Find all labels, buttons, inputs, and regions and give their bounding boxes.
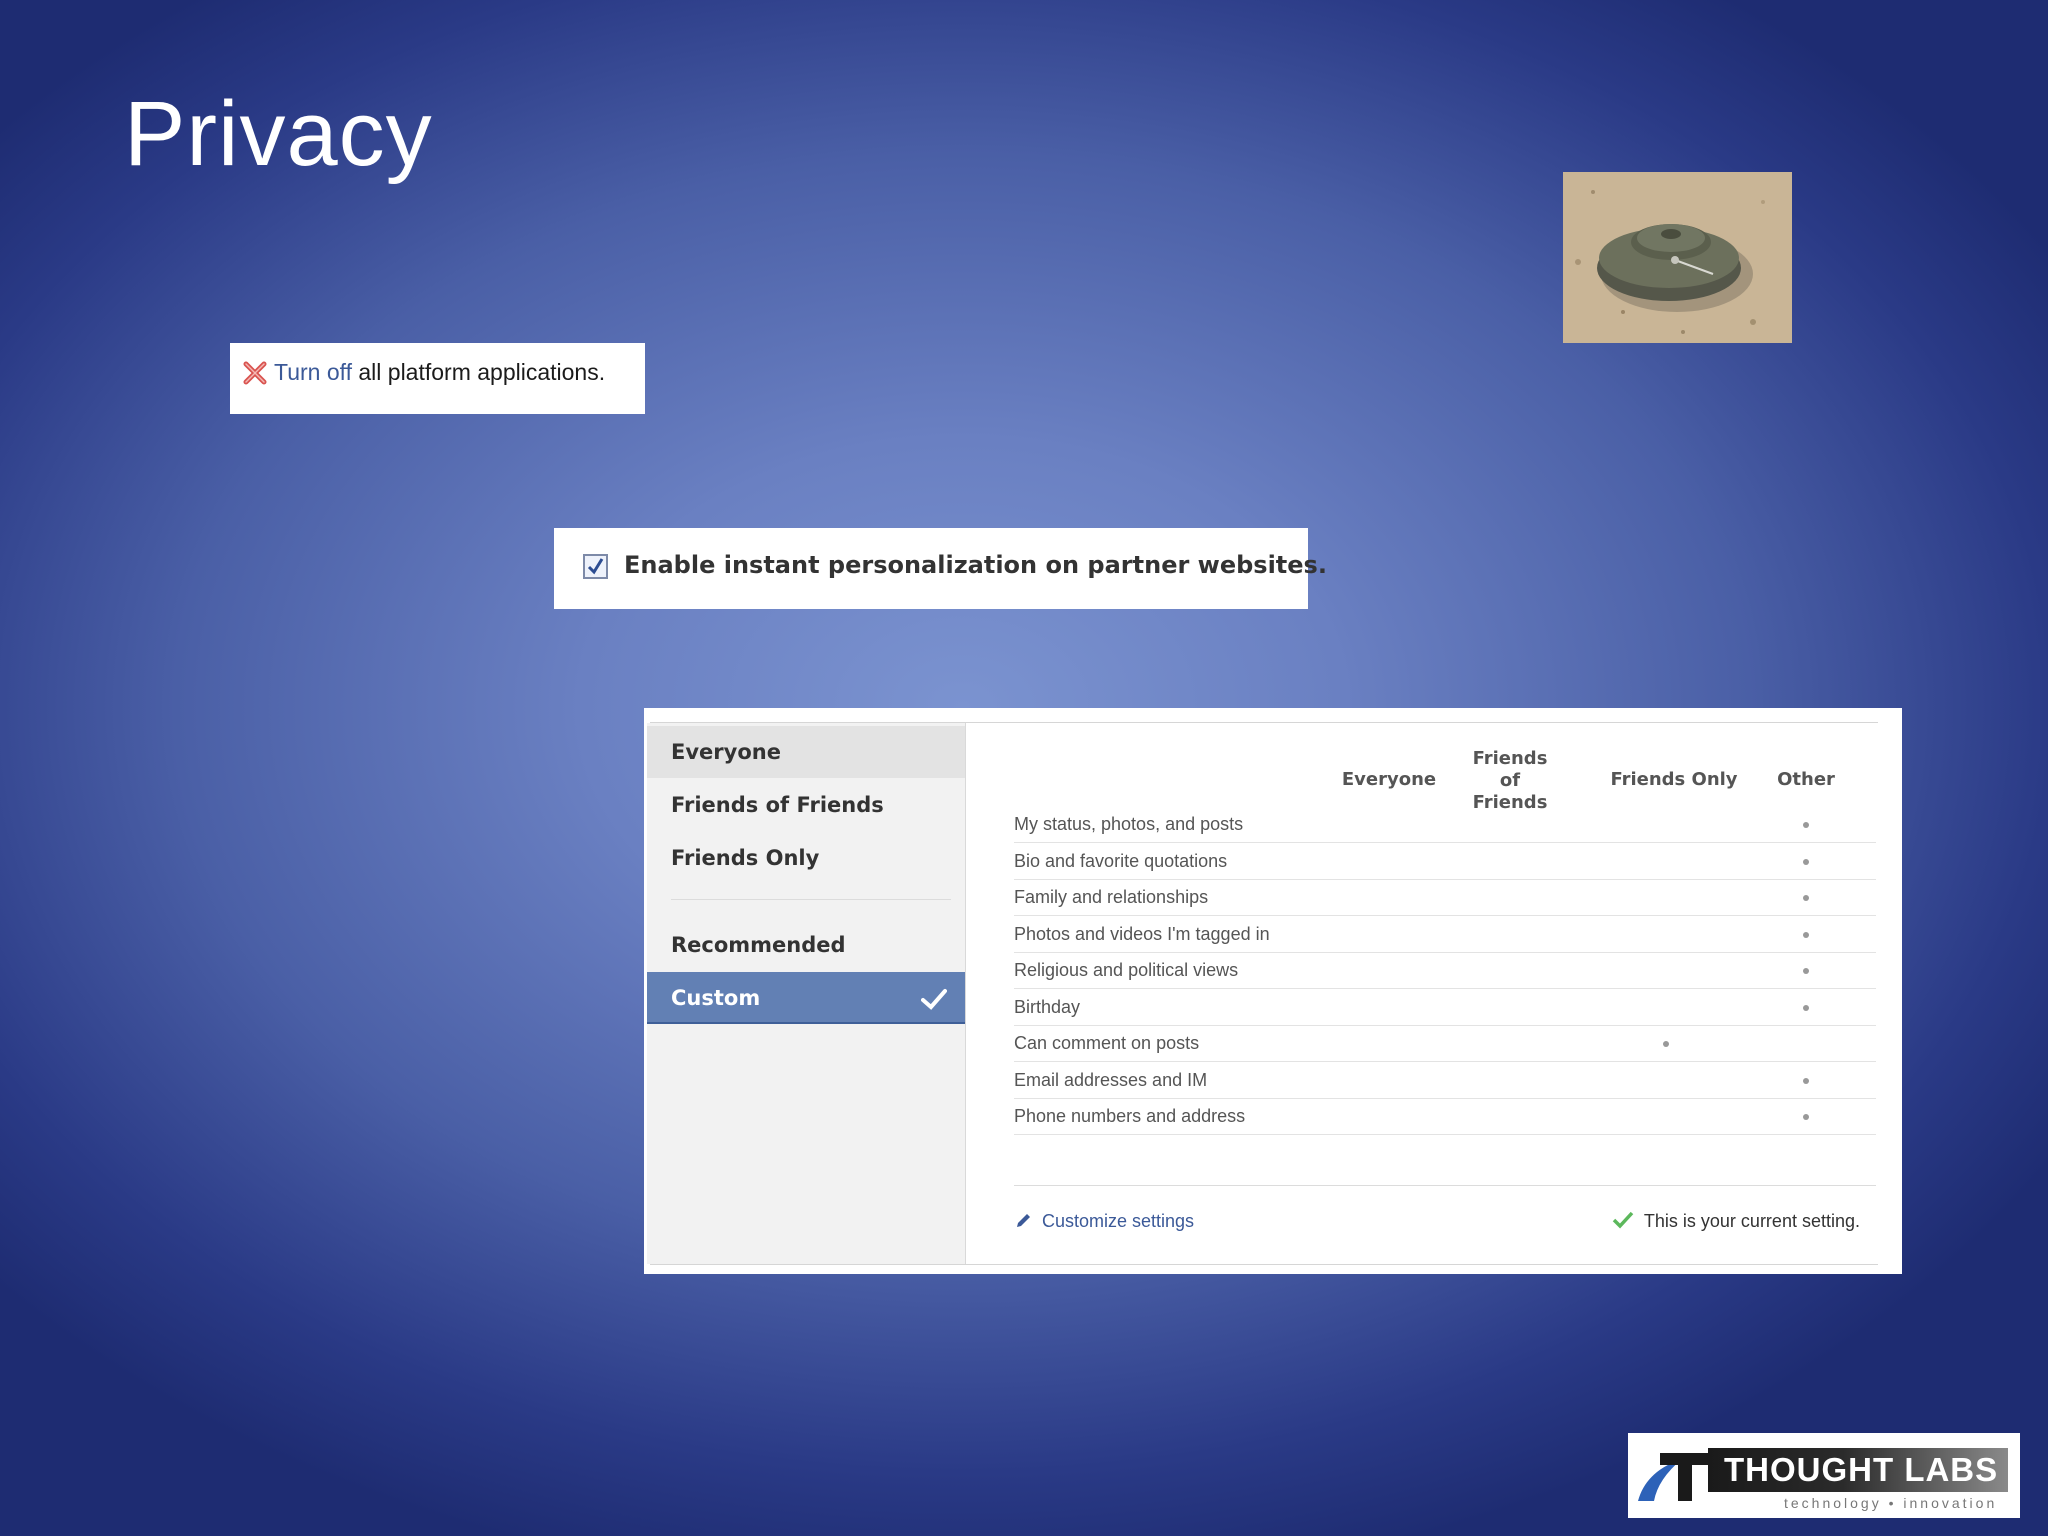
table-row: Family and relationships — [1014, 880, 1876, 916]
sidebar-divider — [671, 899, 951, 900]
x-icon — [243, 361, 267, 389]
customize-settings-link[interactable]: Customize settings — [1042, 1211, 1194, 1232]
panel-bottom-divider — [650, 1264, 1878, 1265]
row-label: Family and relationships — [1014, 887, 1209, 907]
row-label: My status, photos, and posts — [1014, 814, 1244, 834]
setting-dot[interactable] — [1663, 1041, 1669, 1047]
privacy-settings-panel: Everyone Friends of Friends Friends Only… — [644, 708, 1902, 1274]
setting-dot[interactable] — [1803, 1077, 1809, 1084]
setting-dot[interactable] — [1803, 895, 1809, 901]
logo-tagline: technology • innovation — [1784, 1495, 1998, 1511]
column-header-everyone: Everyone — [1341, 769, 1437, 790]
slide-title: Privacy — [124, 83, 433, 185]
sidebar-item-friends-of-friends[interactable]: Friends of Friends — [647, 779, 965, 831]
setting-dot[interactable] — [1803, 1114, 1809, 1120]
row-label: Email addresses and IM — [1014, 1069, 1208, 1090]
sidebar-item-label: Everyone — [671, 740, 781, 764]
current-setting-text: This is your current setting. — [1643, 1211, 1860, 1231]
sidebar-item-label: Custom — [671, 986, 761, 1010]
table-row: Email addresses and IM — [1014, 1063, 1876, 1099]
sidebar-item-custom[interactable]: Custom — [647, 972, 965, 1024]
row-label: Bio and favorite quotations — [1014, 850, 1228, 871]
sidebar-item-label: Friends Only — [671, 846, 820, 870]
checkmark-icon — [921, 972, 947, 1024]
landmine-photo — [1563, 172, 1792, 343]
instant-personalization-label: Enable instant personalization on partne… — [624, 551, 1327, 579]
table-row: Religious and political views — [1014, 953, 1876, 989]
sidebar-item-recommended[interactable]: Recommended — [647, 919, 965, 971]
thought-labs-logo: THOUGHT LABS technology • innovation — [1628, 1433, 2020, 1518]
row-label: Birthday — [1014, 996, 1081, 1017]
sidebar-item-friends-only[interactable]: Friends Only — [647, 832, 965, 884]
row-label: Phone numbers and address — [1014, 1106, 1246, 1126]
table-row: Phone numbers and address — [1014, 1099, 1876, 1135]
sidebar-item-label: Recommended — [671, 933, 846, 957]
footer-divider — [1014, 1185, 1876, 1186]
column-header-other: Other — [1777, 769, 1835, 790]
logo-mark-icon — [1632, 1441, 1712, 1513]
pencil-icon — [1014, 1212, 1032, 1234]
checkmark-icon — [587, 558, 604, 575]
setting-dot[interactable] — [1803, 822, 1809, 828]
sidebar-item-everyone[interactable]: Everyone — [647, 726, 965, 778]
setting-dot[interactable] — [1803, 931, 1809, 938]
logo-name: THOUGHT LABS — [1724, 1451, 1999, 1488]
check-icon — [1612, 1211, 1634, 1233]
privacy-sidebar: Everyone Friends of Friends Friends Only… — [647, 723, 966, 1264]
setting-dot[interactable] — [1803, 858, 1809, 865]
turn-off-link[interactable]: Turn off — [274, 359, 352, 385]
table-row: Bio and favorite quotations — [1014, 844, 1876, 880]
table-row: Can comment on posts — [1014, 1026, 1876, 1062]
table-row: My status, photos, and posts — [1014, 807, 1876, 843]
instant-personalization-option: Enable instant personalization on partne… — [554, 528, 1327, 609]
turn-off-platform-apps-notice: Turn off all platform applications. — [230, 343, 645, 414]
platform-apps-text: all platform applications. — [351, 359, 606, 385]
table-row: Photos and videos I'm tagged in — [1014, 917, 1876, 953]
row-label: Photos and videos I'm tagged in — [1014, 923, 1270, 944]
column-header-friends-only: Friends Only — [1610, 769, 1738, 790]
table-row: Birthday — [1014, 990, 1876, 1026]
setting-dot[interactable] — [1803, 1004, 1809, 1011]
column-header-friends-of-friends: Friends of Friends — [1472, 748, 1548, 813]
instant-personalization-checkbox[interactable] — [583, 554, 608, 579]
row-label: Can comment on posts — [1014, 1033, 1200, 1053]
setting-dot[interactable] — [1803, 968, 1809, 974]
row-label: Religious and political views — [1014, 960, 1239, 980]
sidebar-item-label: Friends of Friends — [671, 793, 884, 817]
